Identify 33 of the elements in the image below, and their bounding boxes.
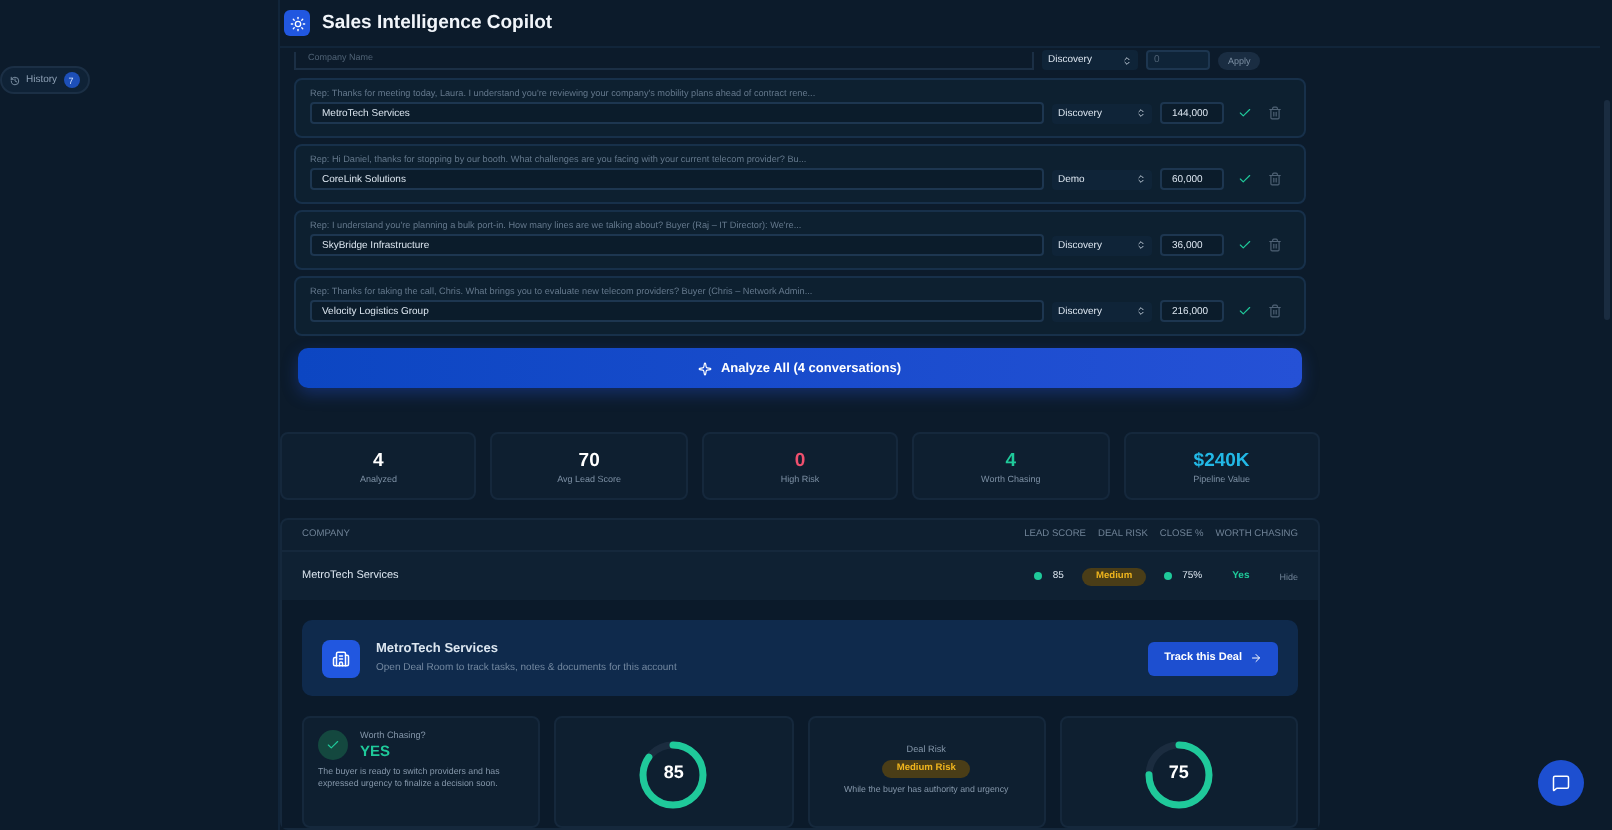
score-ring-icon [1141,738,1216,812]
trash-icon[interactable] [1268,172,1282,186]
app-title: Sales Intelligence Copilot [322,12,553,34]
arrow-icon [1250,652,1262,664]
chevron-icon [1136,306,1146,316]
score-value: 75 [1166,762,1191,782]
score-ring-icon [636,738,711,812]
check-icon[interactable] [1238,172,1252,186]
score-value: 85 [661,762,686,782]
check-icon [318,730,348,760]
chevron-icon [1136,108,1146,118]
app-logo-icon [284,10,310,36]
building-icon [322,639,360,677]
check-icon[interactable] [1238,238,1252,252]
history-icon [10,75,20,85]
chat-icon [1552,774,1570,792]
trash-icon[interactable] [1268,106,1282,120]
chat-button[interactable] [1538,760,1584,806]
trash-icon[interactable] [1268,238,1282,252]
close-dot-icon [1164,572,1173,580]
check-icon[interactable] [1238,106,1252,120]
stat-value: 4 [1005,449,1017,471]
sparkle-icon [698,361,713,375]
chevron-icon [1122,55,1132,65]
stat-value: $240K [1193,449,1250,471]
trash-icon[interactable] [1268,304,1282,318]
stat-value: 4 [373,449,384,471]
chevron-icon [1136,174,1146,184]
check-icon[interactable] [1238,304,1252,318]
stat-value: 70 [578,449,600,471]
chevron-icon [1136,240,1146,250]
stat-value: 0 [794,449,806,471]
score-dot-icon [1034,572,1043,580]
